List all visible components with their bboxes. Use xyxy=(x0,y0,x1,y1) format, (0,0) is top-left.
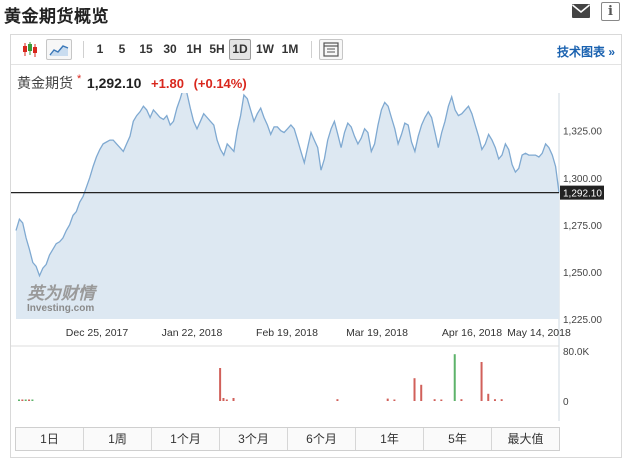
tech-chart-link[interactable]: 技术图表 » xyxy=(557,43,615,60)
y-tick-label: 1,250.00 xyxy=(563,268,602,279)
volume-bar xyxy=(222,398,225,401)
x-axis-labels: Dec 25, 2017 Jan 22, 2018 Feb 19, 2018 Mar … xyxy=(66,327,571,339)
volume-bar xyxy=(18,399,20,401)
volume-bar xyxy=(500,399,503,401)
volume-bar xyxy=(31,399,34,401)
volume-tick-label: 80.0K xyxy=(563,347,589,358)
chart-settings-button[interactable] xyxy=(319,39,343,60)
mail-icon[interactable] xyxy=(571,2,591,20)
price-chart[interactable]: 英为财情 Investing.com 1,325.00 1,300.00 1,275… xyxy=(11,93,621,423)
volume-bar xyxy=(460,399,463,401)
price-change: +1.80 xyxy=(151,76,184,91)
area-chart-button[interactable] xyxy=(46,39,72,60)
x-tick-label: Jan 22, 2018 xyxy=(162,327,223,339)
volume-bar xyxy=(420,384,423,401)
volume-bar xyxy=(453,354,456,401)
page-title: 黄金期货概览 xyxy=(4,7,109,26)
watermark-cn: 英为财情 xyxy=(26,284,98,304)
volume-bar xyxy=(336,399,339,401)
x-tick-label: Mar 19, 2018 xyxy=(346,327,408,339)
price-change-percent: (+0.14%) xyxy=(193,76,247,91)
candlestick-chart-button[interactable] xyxy=(19,39,41,60)
range-6m-button[interactable]: 6个月 xyxy=(288,428,356,450)
interval-15-button[interactable]: 15 xyxy=(135,39,157,60)
last-price: 1,292.10 xyxy=(86,75,142,91)
interval-1d-button[interactable]: 1D xyxy=(229,39,251,60)
range-1y-button[interactable]: 1年 xyxy=(356,428,424,450)
chart-widget: 1 5 15 30 1H 5H 1D 1W 1M 技术图表 » 黄金期货 * 1,… xyxy=(10,34,622,458)
time-range-selector: 1日 1周 1个月 3个月 6个月 1年 5年 最大值 xyxy=(15,427,560,451)
price-area xyxy=(16,93,559,319)
watermark-en: Investing.com xyxy=(27,303,94,314)
quote-summary: 黄金期货 * 1,292.10 +1.80 (+0.14%) xyxy=(17,73,247,93)
toolbar-separator xyxy=(311,41,312,58)
range-1m-button[interactable]: 1个月 xyxy=(152,428,220,450)
volume-bar xyxy=(386,398,389,401)
candlestick-icon xyxy=(23,42,37,57)
chart-settings-icon xyxy=(323,42,339,57)
volume-bar xyxy=(28,399,31,401)
delayed-asterisk: * xyxy=(77,73,82,85)
volume-bar xyxy=(440,399,443,401)
y-tick-label: 1,225.00 xyxy=(563,315,602,326)
volume-bar xyxy=(21,399,24,401)
interval-1-button[interactable]: 1 xyxy=(91,39,109,60)
x-tick-label: Dec 25, 2017 xyxy=(66,327,129,339)
interval-1w-button[interactable]: 1W xyxy=(253,39,277,60)
interval-5h-button[interactable]: 5H xyxy=(206,39,228,60)
current-price-tag: 1,292.10 xyxy=(560,185,604,200)
volume-bar xyxy=(413,378,416,401)
page-header: 黄金期货概览 i xyxy=(0,0,630,28)
interval-30-button[interactable]: 30 xyxy=(159,39,181,60)
interval-1h-button[interactable]: 1H xyxy=(183,39,205,60)
range-5y-button[interactable]: 5年 xyxy=(424,428,492,450)
y-axis-labels: 1,325.00 1,300.00 1,275.00 1,250.00 1,225.00 xyxy=(563,127,602,326)
tech-chart-label: 技术图表 xyxy=(556,45,605,59)
volume-bar xyxy=(225,399,228,401)
volume-bar xyxy=(24,399,27,401)
current-price-label: 1,292.10 xyxy=(563,189,602,200)
volume-bar xyxy=(487,393,490,401)
volume-bar xyxy=(493,399,496,401)
chart-toolbar: 1 5 15 30 1H 5H 1D 1W 1M 技术图表 » xyxy=(11,35,621,65)
range-max-button[interactable]: 最大值 xyxy=(492,428,559,450)
investing-watermark: 英为财情 Investing.com xyxy=(26,284,98,314)
x-tick-label: Feb 19, 2018 xyxy=(256,327,318,339)
double-chevron-right-icon: » xyxy=(608,45,615,59)
volume-bar xyxy=(232,398,235,401)
toolbar-separator xyxy=(83,41,84,58)
volume-bar xyxy=(393,399,396,401)
volume-bar xyxy=(433,399,436,401)
volume-tick-label: 0 xyxy=(563,397,569,408)
interval-1m-button[interactable]: 1M xyxy=(278,39,302,60)
volume-bar xyxy=(219,368,222,401)
volume-bars xyxy=(18,354,503,401)
y-tick-label: 1,275.00 xyxy=(563,221,602,232)
volume-axis-labels: 80.0K 0 xyxy=(563,347,589,408)
y-tick-label: 1,300.00 xyxy=(563,174,602,185)
volume-bar xyxy=(480,362,483,401)
range-1w-button[interactable]: 1周 xyxy=(84,428,152,450)
range-3m-button[interactable]: 3个月 xyxy=(220,428,288,450)
area-chart-icon xyxy=(49,45,69,56)
instrument-name: 黄金期货 xyxy=(17,75,73,91)
interval-5-button[interactable]: 5 xyxy=(113,39,131,60)
y-tick-label: 1,325.00 xyxy=(563,127,602,138)
info-icon[interactable]: i xyxy=(601,2,620,21)
x-tick-label: May 14, 2018 xyxy=(507,327,571,339)
info-glyph: i xyxy=(608,4,613,19)
x-tick-label: Apr 16, 2018 xyxy=(442,327,502,339)
range-1d-button[interactable]: 1日 xyxy=(16,428,84,450)
